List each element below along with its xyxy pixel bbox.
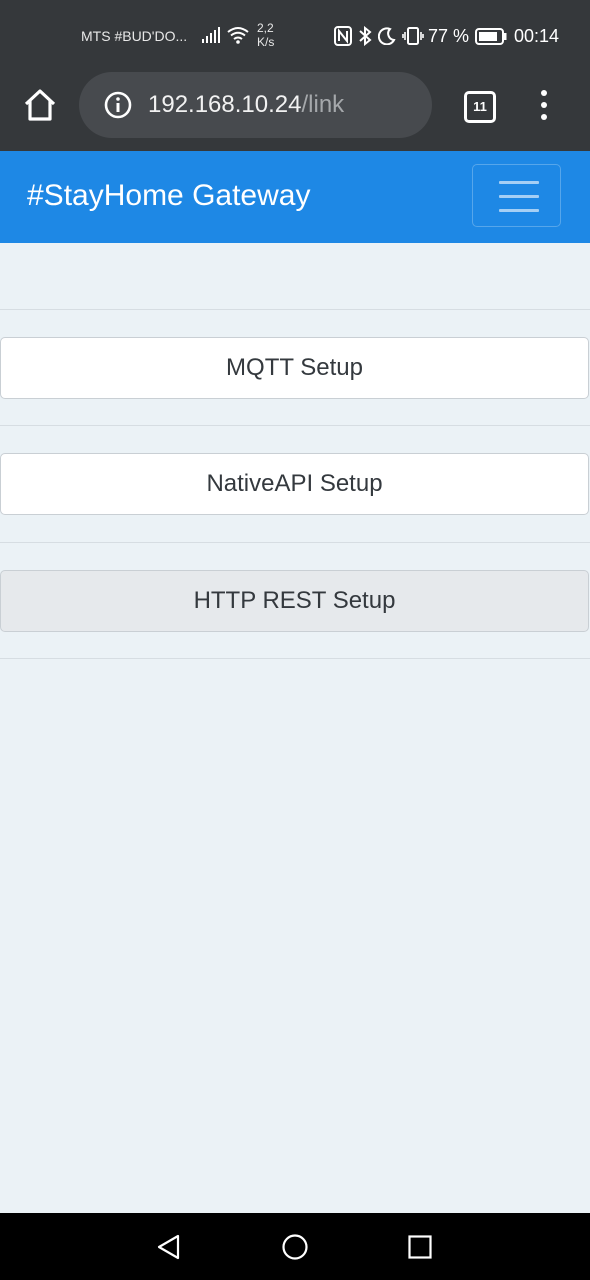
mqtt-setup-button[interactable]: MQTT Setup [0, 337, 589, 399]
tab-switcher-button[interactable]: 11 [464, 91, 496, 123]
nfc-icon [334, 26, 352, 46]
battery-percent: 77 % [428, 26, 470, 46]
speed-value: 2,2 [257, 21, 274, 35]
tab-count: 11 [473, 99, 487, 114]
url-host: 192.168.10.24 [148, 91, 302, 118]
navbar-toggle-button[interactable] [472, 164, 561, 227]
address-bar[interactable]: 192.168.10.24/link [79, 72, 432, 138]
speed-unit: K/s [257, 35, 275, 49]
divider [0, 658, 590, 659]
more-options-icon[interactable] [535, 90, 553, 120]
moon-icon [378, 27, 396, 45]
system-navigation-bar [0, 1213, 590, 1280]
vibrate-icon [402, 27, 424, 45]
status-bar: MTS #BUD'DO... 2,2 K/s 77 % 00:14 [0, 0, 590, 72]
divider [0, 542, 590, 543]
network-speed: 2,2 K/s [257, 21, 274, 49]
signal-icon [202, 27, 220, 43]
browser-toolbar: 192.168.10.24/link 11 [0, 72, 590, 151]
wifi-icon [227, 27, 249, 44]
url-path: /link [301, 91, 345, 118]
recent-apps-icon[interactable] [408, 1235, 432, 1259]
status-icons [334, 26, 424, 46]
back-icon[interactable] [156, 1234, 182, 1260]
carrier-name: MTS #BUD'DO... [81, 28, 188, 44]
url-text[interactable]: 192.168.10.24/link [148, 91, 344, 119]
navbar-brand[interactable]: #StayHome Gateway [27, 179, 310, 213]
battery-icon [475, 28, 507, 45]
divider [0, 425, 590, 426]
info-icon[interactable] [104, 91, 132, 119]
clock: 00:14 [514, 26, 560, 46]
app-navbar: #StayHome Gateway [0, 151, 590, 243]
divider [0, 309, 590, 310]
home-icon[interactable] [22, 87, 58, 123]
bluetooth-icon [359, 26, 372, 46]
nativeapi-setup-button[interactable]: NativeAPI Setup [0, 453, 589, 515]
home-circle-icon[interactable] [282, 1234, 308, 1260]
http-rest-setup-button[interactable]: HTTP REST Setup [0, 570, 589, 632]
